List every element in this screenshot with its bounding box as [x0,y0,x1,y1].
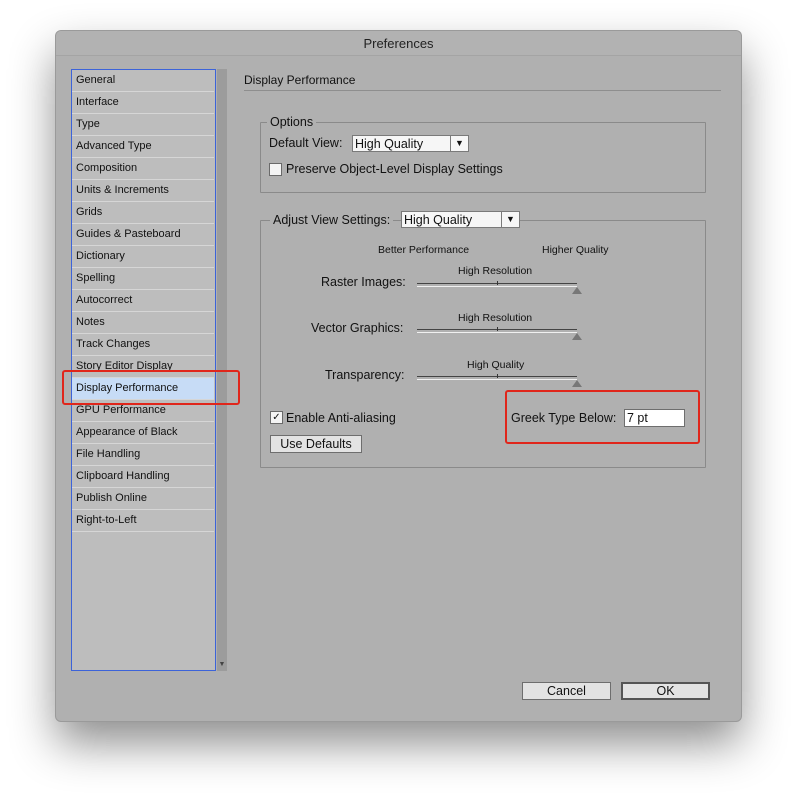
raster-images-slider-thumb[interactable] [572,287,582,294]
sidebar-item-autocorrect[interactable]: Autocorrect [72,290,214,312]
vector-graphics-label: Vector Graphics: [311,321,404,335]
raster-images-tick-mid [497,281,498,285]
sidebar-item-advanced-type[interactable]: Advanced Type [72,136,214,158]
sidebar-item-grids[interactable]: Grids [72,202,214,224]
options-group [260,122,706,193]
sidebar-item-right-to-left[interactable]: Right-to-Left [72,510,214,532]
preserve-settings-label: Preserve Object-Level Display Settings [286,162,503,176]
sidebar-item-units-increments[interactable]: Units & Increments [72,180,214,202]
triangle-down-icon: ▼ [501,211,519,228]
preserve-settings-checkbox[interactable] [269,163,282,176]
raster-images-value: High Resolution [458,265,533,277]
default-view-value: High Quality [355,137,424,151]
transparency-slider-thumb[interactable] [572,380,582,387]
sidebar-item-spelling[interactable]: Spelling [72,268,214,290]
cancel-button[interactable]: Cancel [522,682,611,700]
sidebar-item-appearance-of-black[interactable]: Appearance of Black [72,422,214,444]
sidebar-item-publish-online[interactable]: Publish Online [72,488,214,510]
transparency-label: Transparency: [325,368,405,382]
default-view-label: Default View: [269,136,343,150]
antialiasing-checkbox[interactable]: ✓ [270,411,283,424]
checkmark-icon: ✓ [272,412,281,423]
sidebar-item-type[interactable]: Type [72,114,214,136]
sidebar-item-track-changes[interactable]: Track Changes [72,334,214,356]
raster-images-label: Raster Images: [321,275,406,289]
triangle-down-icon: ▼ [450,135,468,152]
sidebar-item-guides-pasteboard[interactable]: Guides & Pasteboard [72,224,214,246]
greek-type-highlight-box [505,390,700,444]
preferences-window: Preferences General Interface Type Advan… [56,31,741,721]
sidebar-item-file-handling[interactable]: File Handling [72,444,214,466]
sidebar-highlight-box [62,370,240,405]
better-performance-label: Better Performance [378,244,470,256]
sidebar-item-dictionary[interactable]: Dictionary [72,246,214,268]
vector-graphics-tick-mid [497,327,498,331]
transparency-value: High Quality [467,359,525,371]
sidebar-item-interface[interactable]: Interface [72,92,214,114]
sidebar-item-clipboard-handling[interactable]: Clipboard Handling [72,466,214,488]
adjust-view-select[interactable]: High Quality ▼ [401,211,520,228]
default-view-select[interactable]: High Quality ▼ [352,135,469,152]
transparency-tick-mid [497,374,498,378]
sidebar-item-notes[interactable]: Notes [72,312,214,334]
vector-graphics-slider-thumb[interactable] [572,333,582,340]
higher-quality-label: Higher Quality [542,244,609,256]
ok-button[interactable]: OK [621,682,710,700]
scroll-down-arrow-icon[interactable]: ▼ [217,661,227,669]
page-title: Display Performance [244,73,356,87]
antialiasing-label: Enable Anti-aliasing [286,411,396,425]
sidebar-item-general[interactable]: General [72,70,214,92]
vector-graphics-value: High Resolution [458,312,533,324]
adjust-view-legend: Adjust View Settings: [270,213,394,227]
window-title: Preferences [56,31,741,56]
sidebar-item-composition[interactable]: Composition [72,158,214,180]
options-legend: Options [267,115,317,129]
adjust-view-value: High Quality [404,213,473,227]
use-defaults-button[interactable]: Use Defaults [270,435,362,453]
title-divider [244,90,721,91]
